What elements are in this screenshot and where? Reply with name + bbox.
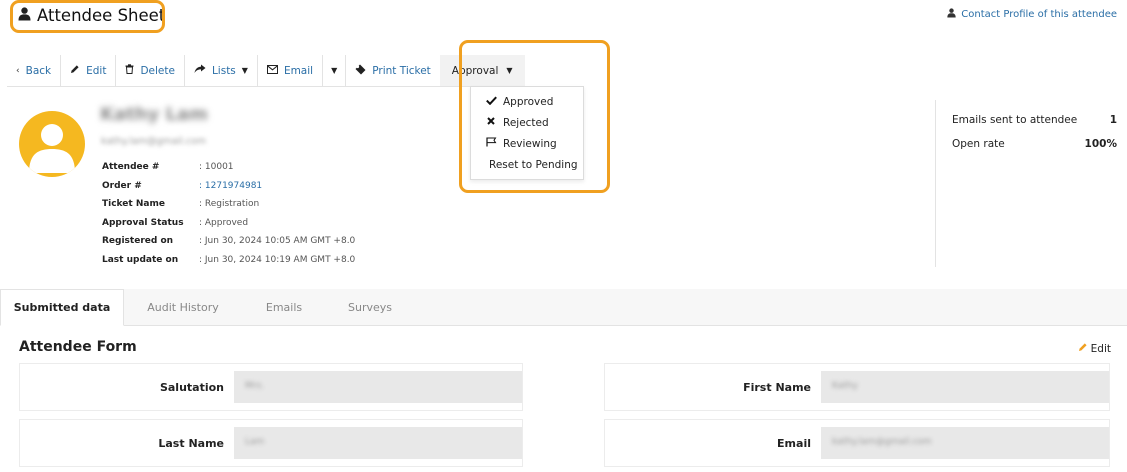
stat-value: 1 (1109, 114, 1117, 126)
approval-highlight (459, 40, 610, 193)
caret-down-icon: ▼ (331, 66, 338, 75)
detail-label: Last update on (102, 254, 179, 265)
order-number-link[interactable]: : 1271974981 (199, 181, 262, 191)
field-label: Last Name (158, 436, 224, 450)
detail-row: Order # : 1271974981 (102, 177, 355, 196)
detail-value: : Jun 30, 2024 10:19 AM GMT +8.0 (199, 254, 356, 265)
field-value: Mrs. (245, 381, 265, 391)
contact-profile-link-text: Contact Profile of this attendee (961, 9, 1117, 20)
person-icon (947, 8, 956, 21)
detail-value: : Registration (199, 199, 260, 210)
detail-value: : Approved (199, 217, 249, 228)
stat-label: Open rate (952, 138, 1005, 150)
pencil-icon (1078, 342, 1088, 355)
divider (935, 100, 936, 267)
detail-row: Approval Status : Approved (102, 214, 355, 233)
tab-surveys[interactable]: Surveys (326, 289, 414, 325)
stat-value: 100% (1084, 138, 1117, 150)
tab-bar: Submitted data Audit History Emails Surv… (0, 289, 1127, 326)
delete-label: Delete (140, 64, 175, 77)
detail-label: Order # (102, 180, 142, 191)
ticket-icon (355, 64, 366, 78)
stat-label: Emails sent to attendee (952, 114, 1078, 126)
form-title: Attendee Form (19, 339, 137, 355)
detail-row: Attendee # : 10001 (102, 158, 355, 177)
chevron-left-icon: ‹ (16, 65, 20, 76)
field-value-box[interactable]: Lam (234, 427, 522, 459)
email-stats: Emails sent to attendee 1 Open rate 100% (952, 108, 1117, 156)
envelope-icon (266, 64, 278, 77)
contact-profile-link[interactable]: Contact Profile of this attendee (947, 8, 1117, 21)
title-highlight (10, 0, 165, 33)
field-value: Kathy (832, 381, 858, 391)
detail-label: Ticket Name (102, 199, 165, 210)
email-button[interactable]: Email (258, 55, 324, 86)
detail-row: Last update on : Jun 30, 2024 10:19 AM G… (102, 251, 355, 270)
email-dropdown-toggle[interactable]: ▼ (323, 55, 347, 86)
field-label: First Name (743, 380, 811, 394)
detail-row: Ticket Name : Registration (102, 195, 355, 214)
trash-icon (125, 64, 134, 77)
form-field-email: Email kathy.lam@gmail.com (604, 419, 1110, 467)
field-value-box[interactable]: kathy.lam@gmail.com (821, 427, 1109, 459)
field-label: Salutation (159, 380, 224, 394)
detail-label: Attendee # (102, 162, 160, 173)
edit-button[interactable]: Edit (61, 55, 117, 86)
tab-emails[interactable]: Emails (242, 289, 326, 325)
stat-row: Open rate 100% (952, 132, 1117, 156)
detail-value: : Jun 30, 2024 10:05 AM GMT +8.0 (199, 236, 356, 247)
field-label: Email (777, 436, 811, 450)
form-field-first-name: First Name Kathy (604, 363, 1110, 411)
back-button[interactable]: ‹ Back (7, 55, 62, 86)
detail-label: Registered on (102, 236, 174, 247)
field-value-box[interactable]: Kathy (821, 371, 1109, 403)
lists-button[interactable]: Lists ▼ (185, 55, 258, 86)
tab-audit-history[interactable]: Audit History (124, 289, 242, 325)
attendee-email: kathy.lam@gmail.com (101, 136, 207, 147)
detail-label: Approval Status (102, 217, 184, 228)
pencil-icon (70, 64, 80, 77)
form-edit-button[interactable]: Edit (1078, 342, 1111, 355)
tab-submitted-data[interactable]: Submitted data (0, 289, 124, 326)
share-arrow-icon (194, 64, 206, 77)
lists-label: Lists (211, 64, 236, 77)
person-silhouette-icon (29, 124, 75, 173)
field-value: kathy.lam@gmail.com (832, 437, 932, 447)
field-value: Lam (245, 437, 265, 447)
print-ticket-button[interactable]: Print Ticket (346, 55, 440, 86)
back-label: Back (25, 64, 52, 77)
avatar (19, 111, 85, 177)
form-field-last-name: Last Name Lam (19, 419, 523, 467)
field-value-box[interactable]: Mrs. (234, 371, 522, 403)
attendee-details: Attendee # : 10001 Order # : 1271974981 … (102, 158, 355, 269)
print-ticket-label: Print Ticket (372, 64, 431, 77)
stat-row: Emails sent to attendee 1 (952, 108, 1117, 132)
delete-button[interactable]: Delete (116, 55, 185, 86)
detail-row: Registered on : Jun 30, 2024 10:05 AM GM… (102, 232, 355, 251)
detail-value: : 10001 (199, 162, 234, 173)
email-label: Email (283, 64, 314, 77)
form-field-salutation: Salutation Mrs. (19, 363, 523, 411)
caret-down-icon: ▼ (241, 66, 248, 75)
edit-label: Edit (86, 64, 107, 77)
attendee-name: Kathy Lam (100, 104, 208, 125)
form-edit-label: Edit (1090, 342, 1111, 355)
